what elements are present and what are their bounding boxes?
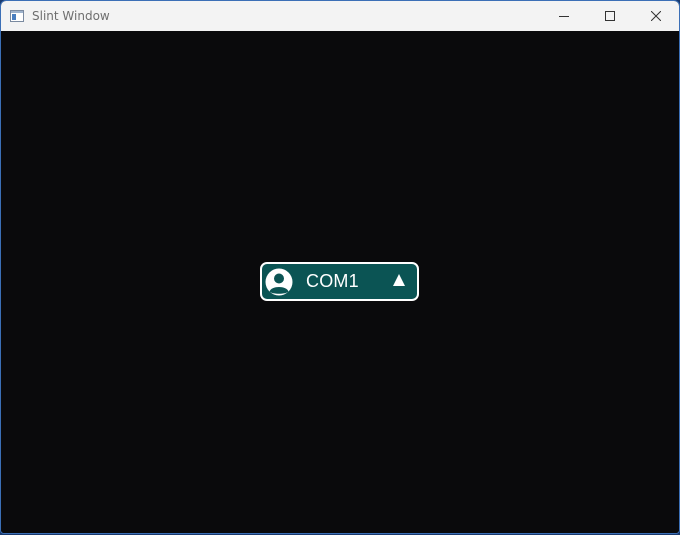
maximize-icon xyxy=(605,11,615,21)
maximize-button[interactable] xyxy=(587,1,633,31)
app-window: Slint Window COM1 xyxy=(0,0,680,534)
user-avatar-icon xyxy=(265,268,293,295)
window-title: Slint Window xyxy=(32,9,110,23)
close-button[interactable] xyxy=(633,1,679,31)
window-content: COM1 xyxy=(1,31,679,533)
minimize-icon xyxy=(559,16,569,17)
title-bar[interactable]: Slint Window xyxy=(1,1,679,31)
app-window-icon xyxy=(9,8,25,24)
minimize-button[interactable] xyxy=(541,1,587,31)
close-icon xyxy=(651,11,661,21)
selected-port-label: COM1 xyxy=(306,271,359,291)
window-controls xyxy=(541,1,679,31)
port-combo-box[interactable]: COM1 xyxy=(260,262,419,301)
triangle-up-icon[interactable] xyxy=(392,273,406,287)
